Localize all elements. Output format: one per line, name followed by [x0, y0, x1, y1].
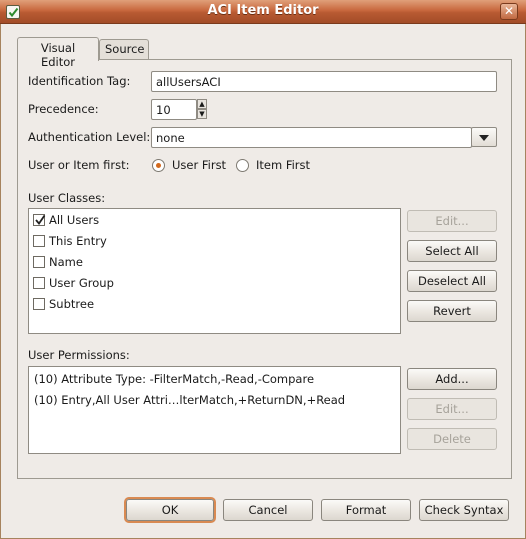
spinner-down-icon[interactable]: ▼: [197, 109, 207, 119]
item-first-label: Item First: [256, 158, 311, 172]
user-permissions-label: User Permissions:: [28, 348, 130, 362]
user-or-item-first-label: User or Item first:: [28, 158, 130, 172]
permission-item[interactable]: (10) Entry,All User Attri…lterMatch,+Ret…: [34, 393, 345, 407]
tab-source[interactable]: Source: [99, 39, 149, 59]
this-entry-checkbox[interactable]: [33, 235, 45, 247]
user-classes-edit-button[interactable]: Edit...: [407, 210, 497, 232]
identification-tag-label: Identification Tag:: [28, 74, 131, 88]
delete-permission-button[interactable]: Delete: [407, 428, 497, 450]
authentication-level-select[interactable]: none: [151, 127, 472, 148]
name-label: Name: [49, 255, 83, 269]
user-first-label: User First: [172, 158, 227, 172]
tab-label: Visual Editor: [40, 41, 76, 69]
tab-visual-editor[interactable]: Visual Editor: [17, 37, 99, 69]
this-entry-label: This Entry: [49, 234, 107, 248]
add-permission-button[interactable]: Add...: [407, 368, 497, 390]
window-title: ACI Item Editor: [207, 3, 319, 18]
user-first-radio[interactable]: [152, 159, 165, 172]
deselect-all-button[interactable]: Deselect All: [407, 270, 497, 292]
subtree-checkbox[interactable]: [33, 298, 45, 310]
chevron-down-icon[interactable]: [471, 127, 497, 147]
cancel-button[interactable]: Cancel: [223, 499, 313, 521]
user-group-checkbox[interactable]: [33, 277, 45, 289]
check-syntax-button[interactable]: Check Syntax: [419, 499, 509, 521]
select-all-button[interactable]: Select All: [407, 240, 497, 262]
spinner-up-icon[interactable]: ▲: [197, 99, 207, 109]
revert-button[interactable]: Revert: [407, 300, 497, 322]
precedence-input[interactable]: 10: [151, 99, 197, 120]
all-users-checkbox[interactable]: [33, 214, 46, 226]
item-first-radio[interactable]: [236, 159, 249, 172]
tab-label: Source: [105, 42, 145, 56]
name-checkbox[interactable]: [33, 256, 45, 268]
ok-button[interactable]: OK: [126, 499, 214, 521]
authentication-level-label: Authentication Level:: [28, 130, 151, 144]
subtree-label: Subtree: [49, 297, 95, 311]
format-button[interactable]: Format: [321, 499, 411, 521]
all-users-label: All Users: [49, 213, 100, 227]
precedence-label: Precedence:: [28, 102, 99, 116]
title-bar[interactable]: ACI Item Editor ✕: [0, 0, 526, 24]
permission-item[interactable]: (10) Attribute Type: -FilterMatch,-Read,…: [34, 372, 314, 386]
user-group-label: User Group: [49, 276, 114, 290]
close-icon[interactable]: ✕: [500, 3, 518, 20]
identification-tag-input[interactable]: allUsersACI: [151, 71, 497, 92]
user-classes-label: User Classes:: [28, 191, 106, 205]
edit-permission-button[interactable]: Edit...: [407, 398, 497, 420]
